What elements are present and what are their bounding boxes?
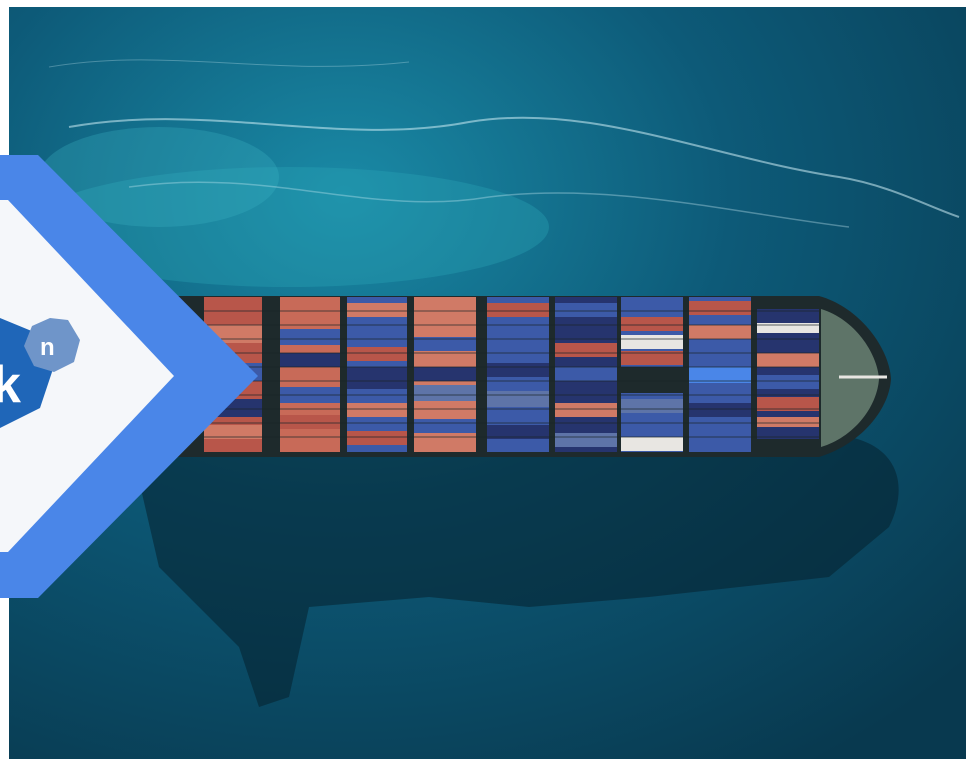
image-frame: k n bbox=[0, 0, 968, 769]
ship-photo bbox=[9, 7, 966, 759]
wake-patch bbox=[39, 127, 279, 227]
ship-photo-canvas bbox=[9, 7, 966, 759]
container-stacks bbox=[204, 297, 819, 452]
